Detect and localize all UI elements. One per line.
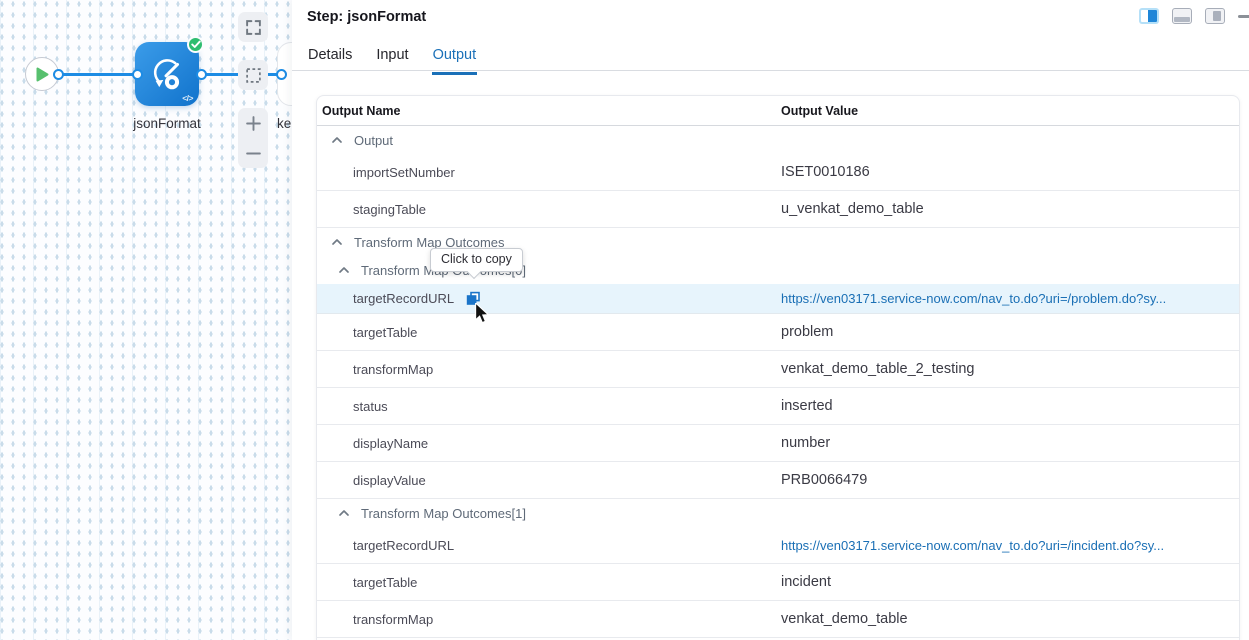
output-row-targettable: targetTable problem (317, 314, 1239, 351)
flow-canvas[interactable]: </> jsonFormat ke (0, 0, 292, 640)
output-name: targetRecordURL (353, 538, 454, 553)
output-row-stagingtable: stagingTable u_venkat_demo_table (317, 191, 1239, 228)
output-name: importSetNumber (353, 165, 455, 180)
output-value: problem (781, 324, 833, 340)
chevron-up-icon (338, 508, 350, 518)
transform-step-icon (147, 54, 187, 94)
output-table: Output Name Output Value Output importSet… (316, 95, 1240, 640)
step-panel: Step: jsonFormat Details Input Output Outp… (292, 0, 1249, 640)
play-icon (36, 67, 49, 82)
output-name: status (353, 399, 388, 414)
section-label: Transform Map Outcomes[1] (361, 506, 526, 521)
section-transform-map-outcomes-1[interactable]: Transform Map Outcomes[1] (317, 499, 1239, 527)
chevron-up-icon (338, 265, 350, 275)
output-name: transformMap (353, 612, 433, 627)
flow-node-jsonformat[interactable]: </> (135, 42, 199, 106)
tab-bar: Details Input Output (307, 47, 477, 75)
output-name: targetTable (353, 325, 417, 340)
zoom-in-icon (245, 115, 262, 132)
output-row-targettable: targetTable incident (317, 564, 1239, 601)
output-row-targetrecordurl: targetRecordURL https://ven03171.service-… (317, 527, 1239, 564)
output-rows: Output importSetNumber ISET0010186 stagingT… (317, 126, 1239, 638)
output-value-link[interactable]: https://ven03171.service-now.com/nav_to.… (781, 538, 1164, 553)
output-value: inserted (781, 398, 833, 414)
fullscreen-button[interactable] (238, 12, 268, 42)
connector-port (276, 69, 287, 80)
tab-details[interactable]: Details (307, 47, 353, 75)
fullscreen-icon (245, 19, 262, 36)
output-name: displayValue (353, 473, 426, 488)
output-row-targetrecordurl-highlighted: targetRecordURL https://ven03171.service-… (317, 284, 1239, 314)
chevron-up-icon (331, 135, 343, 145)
output-row-status: status inserted (317, 388, 1239, 425)
tab-input[interactable]: Input (375, 47, 409, 75)
table-header: Output Name Output Value (317, 96, 1239, 126)
output-name: transformMap (353, 362, 433, 377)
section-output[interactable]: Output (317, 126, 1239, 154)
output-value: number (781, 435, 830, 451)
output-row-transformmap: transformMap venkat_demo_table (317, 601, 1239, 638)
output-name: stagingTable (353, 202, 426, 217)
flow-edge (55, 73, 138, 76)
output-value: ISET0010186 (781, 164, 870, 180)
output-name: displayName (353, 436, 428, 451)
dock-bottom-icon[interactable] (1172, 8, 1192, 24)
output-value: PRB0066479 (781, 472, 867, 488)
output-row-displayvalue: displayValue PRB0066479 (317, 462, 1239, 499)
output-value: venkat_demo_table (781, 611, 908, 627)
minimize-icon[interactable] (1238, 15, 1249, 18)
output-name: targetTable (353, 575, 417, 590)
output-value: incident (781, 574, 831, 590)
output-value-link[interactable]: https://ven03171.service-now.com/nav_to.… (781, 291, 1166, 306)
code-icon: </> (182, 93, 193, 103)
node-label-jsonformat: jsonFormat (127, 116, 207, 131)
zoom-controls (238, 108, 268, 168)
chevron-up-icon (331, 237, 343, 247)
success-badge-icon (187, 36, 204, 53)
connector-port (196, 69, 207, 80)
canvas-toolbar (238, 12, 268, 168)
connector-port (132, 69, 143, 80)
zoom-out-button[interactable] (238, 138, 268, 168)
connector-port (53, 69, 64, 80)
marquee-select-icon (245, 67, 262, 84)
panel-window-controls (1139, 8, 1249, 24)
dock-side-icon[interactable] (1205, 8, 1225, 24)
dock-right-icon[interactable] (1139, 8, 1159, 24)
node-label-next: ke (277, 116, 291, 131)
tab-output[interactable]: Output (432, 47, 478, 75)
output-value: u_venkat_demo_table (781, 201, 924, 217)
output-row-importsetnumber: importSetNumber ISET0010186 (317, 154, 1239, 191)
output-row-displayname: displayName number (317, 425, 1239, 462)
zoom-out-icon (245, 145, 262, 162)
tooltip: Click to copy (430, 248, 523, 272)
column-header-value: Output Value (781, 104, 858, 118)
output-value: venkat_demo_table_2_testing (781, 361, 974, 377)
panel-title: Step: jsonFormat (307, 9, 426, 25)
section-label: Output (354, 133, 393, 148)
marquee-select-button[interactable] (238, 60, 268, 90)
app-window: </> jsonFormat ke (0, 0, 1249, 640)
output-row-transformmap: transformMap venkat_demo_table_2_testing (317, 351, 1239, 388)
zoom-in-button[interactable] (238, 108, 268, 138)
mouse-cursor (474, 303, 491, 325)
output-name: targetRecordURL (353, 291, 454, 306)
column-header-name: Output Name (322, 104, 400, 118)
